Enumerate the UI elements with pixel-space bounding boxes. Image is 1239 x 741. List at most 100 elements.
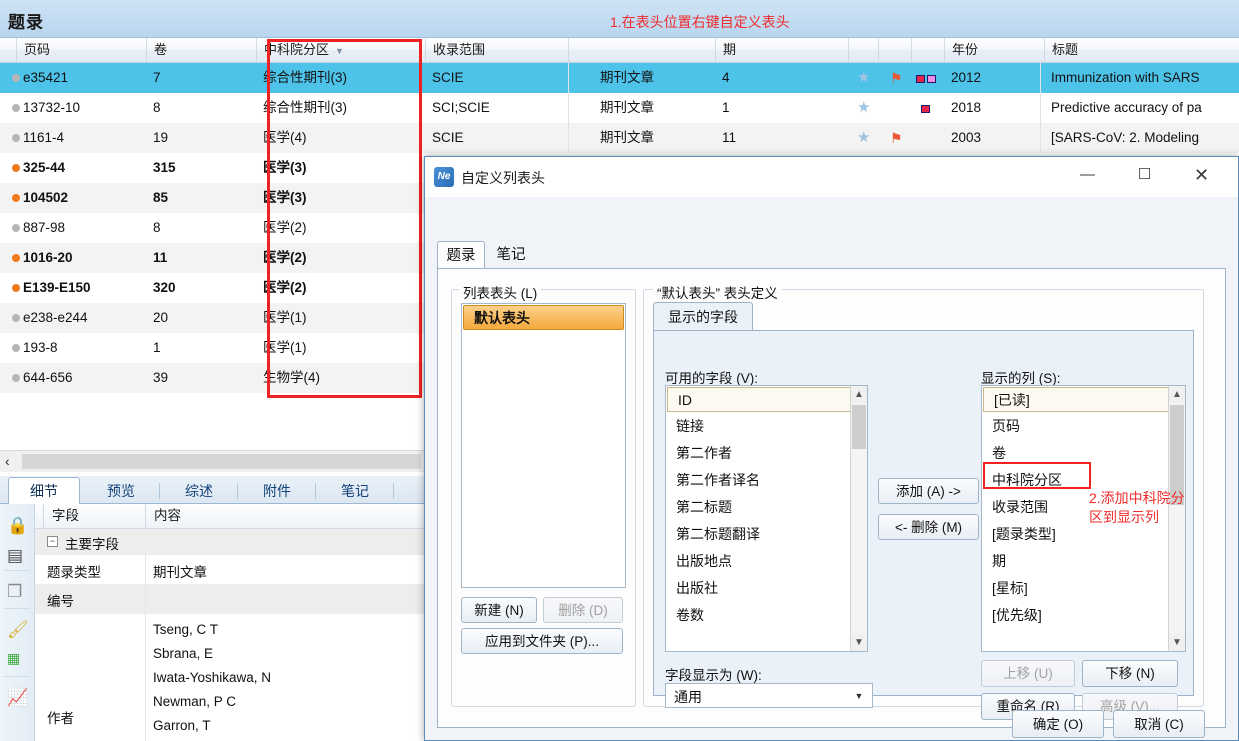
list-item[interactable]: ID bbox=[667, 387, 866, 412]
add-button[interactable]: 添加 (A) -> bbox=[878, 478, 979, 504]
flag-icon[interactable]: ⚑ bbox=[890, 71, 903, 85]
list-item[interactable]: 卷数 bbox=[666, 602, 867, 629]
tab-preview[interactable]: 预览 bbox=[82, 478, 160, 504]
column-header-flag[interactable] bbox=[878, 38, 911, 62]
column-header-title[interactable]: 标题 bbox=[1044, 38, 1239, 62]
new-button[interactable]: 新建 (N) bbox=[461, 597, 537, 623]
detail-toolbar-rail[interactable]: 🔒 ▤ ❐ 🖌 ▦ 📈 bbox=[0, 504, 35, 741]
collapse-icon[interactable]: − bbox=[47, 536, 58, 547]
move-down-button[interactable]: 下移 (N) bbox=[1082, 660, 1178, 687]
sort-descending-icon[interactable]: ▼ bbox=[335, 46, 344, 56]
detail-group-row[interactable]: − 主要字段 bbox=[35, 529, 425, 555]
column-header-priority[interactable] bbox=[911, 38, 944, 62]
detail-row[interactable]: 作者 Tseng, C T Sbrana, E Iwata-Yoshikawa,… bbox=[35, 614, 425, 741]
cell-volume: 8 bbox=[153, 220, 161, 235]
table-row[interactable]: 13732-10 8 综合性期刊(3) SCI;SCIE 期刊文章 1 ★ 20… bbox=[0, 93, 1239, 123]
detail-field-label: 作者 bbox=[47, 711, 74, 726]
tab-details[interactable]: 细节 bbox=[8, 477, 80, 505]
table-row[interactable]: e35421 7 综合性期刊(3) SCIE 期刊文章 4 ★ ⚑ 2012 I… bbox=[0, 63, 1239, 93]
column-header-index-scope[interactable]: 收录范围 bbox=[425, 38, 568, 62]
scroll-up-icon[interactable]: ▲ bbox=[851, 386, 867, 403]
cell-volume: 1 bbox=[153, 340, 161, 355]
tab-attachments[interactable]: 附件 bbox=[238, 478, 316, 504]
scroll-left-icon[interactable]: ‹ bbox=[5, 453, 10, 469]
list-item[interactable]: 默认表头 bbox=[463, 305, 624, 330]
copy-icon[interactable]: ❐ bbox=[0, 576, 34, 612]
chevron-down-icon[interactable]: ▼ bbox=[850, 684, 868, 707]
detail-row[interactable]: 题录类型 期刊文章 bbox=[35, 555, 425, 584]
cell-volume: 320 bbox=[153, 280, 176, 295]
cell-index-scope: SCI;SCIE bbox=[432, 100, 490, 115]
dialog-tab-notes[interactable]: 笔记 bbox=[487, 241, 535, 269]
tab-notes[interactable]: 笔记 bbox=[316, 478, 394, 504]
column-header-star[interactable] bbox=[848, 38, 878, 62]
list-item[interactable]: 卷 bbox=[982, 440, 1185, 467]
tab-review[interactable]: 综述 bbox=[160, 478, 238, 504]
table-row[interactable]: 1161-4 19 医学(4) SCIE 期刊文章 11 ★ ⚑ 2003 [S… bbox=[0, 123, 1239, 153]
detail-table[interactable]: 字段 内容 − 主要字段 题录类型 期刊文章 编号 作者 Tseng, C T … bbox=[35, 504, 425, 741]
star-icon[interactable]: ★ bbox=[857, 70, 870, 85]
list-item[interactable]: 出版社 bbox=[666, 575, 867, 602]
detail-field-label: 题录类型 bbox=[47, 565, 101, 580]
flag-icon[interactable]: ⚑ bbox=[890, 131, 903, 145]
star-icon[interactable]: ★ bbox=[857, 100, 870, 115]
available-fields-scrollbar[interactable]: ▲ ▼ bbox=[850, 386, 867, 651]
move-up-button: 上移 (U) bbox=[981, 660, 1075, 687]
cancel-button[interactable]: 取消 (C) bbox=[1113, 710, 1205, 738]
list-item[interactable]: 第二作者译名 bbox=[666, 467, 867, 494]
customize-columns-dialog[interactable]: Ne 自定义列表头 — ☐ ✕ 题录 笔记 列表表头 (L) 默认表头 新建 (… bbox=[424, 156, 1239, 741]
grid-header-row[interactable]: 页码 卷 中科院分区 ▼ 收录范围 期 年份 标题 bbox=[0, 38, 1239, 63]
cell-cas-zone: 医学(2) bbox=[263, 280, 307, 295]
cell-cas-zone: 综合性期刊(3) bbox=[263, 70, 347, 85]
cell-year: 2003 bbox=[951, 130, 982, 145]
scroll-down-icon[interactable]: ▼ bbox=[1169, 634, 1185, 651]
list-item[interactable]: 出版地点 bbox=[666, 548, 867, 575]
list-item[interactable]: [优先级] bbox=[982, 602, 1185, 629]
chart-icon[interactable]: 📈 bbox=[0, 682, 34, 718]
column-header-volume[interactable]: 卷 bbox=[146, 38, 256, 62]
column-header-pages[interactable]: 页码 bbox=[16, 38, 146, 62]
star-icon[interactable]: ★ bbox=[857, 130, 870, 145]
scroll-up-icon[interactable]: ▲ bbox=[1169, 386, 1185, 403]
dialog-titlebar[interactable]: Ne 自定义列表头 — ☐ ✕ bbox=[425, 157, 1238, 197]
ok-button[interactable]: 确定 (O) bbox=[1012, 710, 1104, 738]
column-header-issue[interactable]: 期 bbox=[715, 38, 848, 62]
column-header-year[interactable]: 年份 bbox=[944, 38, 1044, 62]
list-item[interactable]: 第二作者 bbox=[666, 440, 867, 467]
cell-ref-type: 期刊文章 bbox=[600, 70, 654, 85]
dialog-tab-records[interactable]: 题录 bbox=[437, 241, 485, 269]
cell-cas-zone: 医学(1) bbox=[263, 310, 307, 325]
detail-field-value: Tseng, C T Sbrana, E Iwata-Yoshikawa, N … bbox=[153, 622, 272, 733]
column-header-ref-type[interactable] bbox=[568, 38, 715, 62]
horizontal-scrollbar[interactable]: ‹ bbox=[0, 450, 425, 472]
list-item[interactable]: 期 bbox=[982, 548, 1185, 575]
scroll-down-icon[interactable]: ▼ bbox=[851, 634, 867, 651]
cell-pages: e238-e244 bbox=[23, 310, 88, 325]
list-item[interactable]: 第二标题 bbox=[666, 494, 867, 521]
inner-tab-displayed-fields[interactable]: 显示的字段 bbox=[653, 302, 753, 330]
minimize-button[interactable]: — bbox=[1065, 160, 1110, 190]
list-item[interactable]: 页码 bbox=[982, 413, 1185, 440]
list-item[interactable]: [已读] bbox=[983, 387, 1184, 412]
grid-icon[interactable]: ▦ bbox=[0, 644, 34, 680]
page-title: 题录 bbox=[8, 13, 44, 32]
detail-tabbar[interactable]: 细节 预览 综述 附件 笔记 bbox=[0, 476, 425, 505]
apply-to-folder-button[interactable]: 应用到文件夹 (P)... bbox=[461, 628, 623, 654]
remove-button[interactable]: <- 删除 (M) bbox=[878, 514, 979, 540]
detail-row[interactable]: 编号 bbox=[35, 584, 425, 614]
list-item[interactable]: [星标] bbox=[982, 575, 1185, 602]
cell-issue: 4 bbox=[722, 70, 730, 85]
list-item[interactable]: 链接 bbox=[666, 413, 867, 440]
scroll-thumb[interactable] bbox=[852, 405, 866, 449]
cell-pages: 13732-10 bbox=[23, 100, 81, 115]
list-item[interactable]: 第二标题翻译 bbox=[666, 521, 867, 548]
header-list[interactable]: 默认表头 bbox=[461, 303, 626, 588]
cell-ref-type: 期刊文章 bbox=[600, 130, 654, 145]
available-fields-list[interactable]: ID 链接 第二作者 第二作者译名 第二标题 第二标题翻译 出版地点 出版社 卷… bbox=[665, 385, 868, 652]
cell-cas-zone: 医学(3) bbox=[263, 160, 307, 175]
maximize-button[interactable]: ☐ bbox=[1122, 160, 1167, 190]
close-button[interactable]: ✕ bbox=[1179, 160, 1224, 190]
column-header-cas-zone[interactable]: 中科院分区 ▼ bbox=[256, 38, 403, 62]
scroll-track[interactable] bbox=[22, 454, 421, 469]
field-display-combo[interactable]: 通用 ▼ bbox=[665, 683, 873, 708]
